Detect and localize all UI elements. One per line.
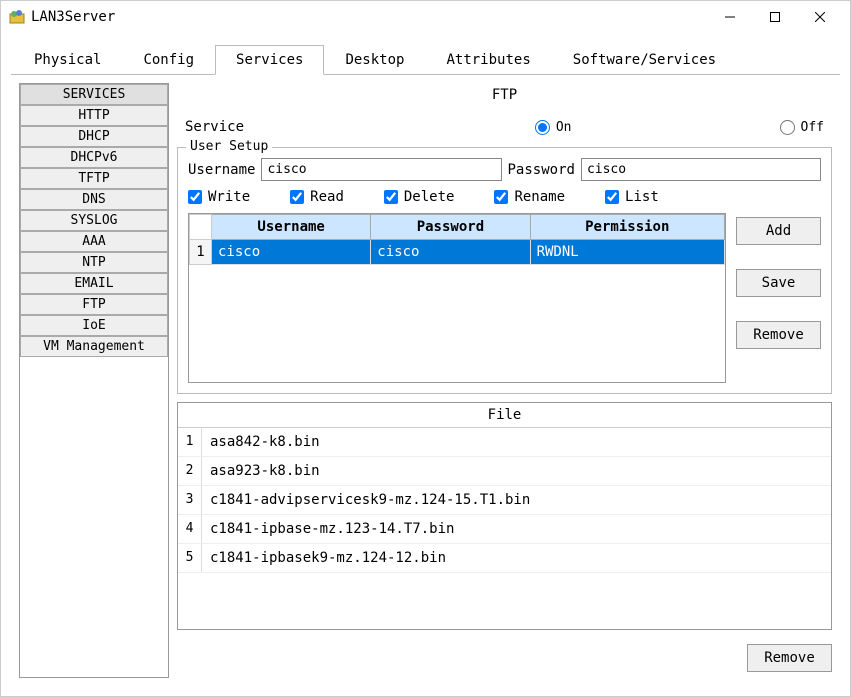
remove-user-button[interactable]: Remove xyxy=(736,321,821,349)
perm-rename-checkbox[interactable]: Rename xyxy=(494,189,565,205)
titlebar: LAN3Server xyxy=(1,1,850,33)
file-row[interactable]: 2asa923-k8.bin xyxy=(178,457,831,486)
radio-off-input[interactable] xyxy=(780,120,795,135)
add-button[interactable]: Add xyxy=(736,217,821,245)
username-label: Username xyxy=(188,162,255,178)
col-permission[interactable]: Permission xyxy=(530,215,724,240)
file-list[interactable]: File 1asa842-k8.bin 2asa923-k8.bin 3c184… xyxy=(177,402,832,630)
maximize-button[interactable] xyxy=(752,2,797,32)
tab-software-services[interactable]: Software/Services xyxy=(552,45,737,75)
sidebar-header: SERVICES xyxy=(20,84,168,105)
file-row[interactable]: 5c1841-ipbasek9-mz.124-12.bin xyxy=(178,544,831,573)
table-corner xyxy=(190,215,212,240)
remove-file-button[interactable]: Remove xyxy=(747,644,832,672)
window-title: LAN3Server xyxy=(31,9,707,25)
service-label: Service xyxy=(185,119,244,135)
table-row[interactable]: 1 cisco cisco RWDNL xyxy=(190,240,725,265)
col-password[interactable]: Password xyxy=(371,215,530,240)
password-label: Password xyxy=(508,162,575,178)
tab-config[interactable]: Config xyxy=(122,45,215,75)
sidebar-item-vm-management[interactable]: VM Management xyxy=(20,336,168,357)
main-panel: FTP Service On Off User Setup xyxy=(177,83,832,678)
tab-services[interactable]: Services xyxy=(215,45,324,75)
perm-list-checkbox[interactable]: List xyxy=(605,189,659,205)
tab-desktop[interactable]: Desktop xyxy=(324,45,425,75)
file-row[interactable]: 4c1841-ipbase-mz.123-14.T7.bin xyxy=(178,515,831,544)
sidebar-item-ioe[interactable]: IoE xyxy=(20,315,168,336)
close-button[interactable] xyxy=(797,2,842,32)
sidebar-item-ntp[interactable]: NTP xyxy=(20,252,168,273)
sidebar-item-dhcpv6[interactable]: DHCPv6 xyxy=(20,147,168,168)
app-window: LAN3Server Physical Config Services Desk… xyxy=(0,0,851,697)
sidebar-item-syslog[interactable]: SYSLOG xyxy=(20,210,168,231)
sidebar-item-ftp[interactable]: FTP xyxy=(20,294,168,315)
perm-delete-checkbox[interactable]: Delete xyxy=(384,189,455,205)
sidebar-item-aaa[interactable]: AAA xyxy=(20,231,168,252)
username-input[interactable] xyxy=(261,158,501,181)
service-on-radio[interactable]: On xyxy=(535,120,572,135)
user-setup-fieldset: User Setup Username Password Write Read … xyxy=(177,147,832,394)
file-row[interactable]: 3c1841-advipservicesk9-mz.124-15.T1.bin xyxy=(178,486,831,515)
sidebar-item-tftp[interactable]: TFTP xyxy=(20,168,168,189)
tab-bar: Physical Config Services Desktop Attribu… xyxy=(1,45,850,75)
panel-title: FTP xyxy=(177,83,832,107)
app-icon xyxy=(9,9,25,25)
sidebar-item-email[interactable]: EMAIL xyxy=(20,273,168,294)
user-setup-legend: User Setup xyxy=(186,139,272,154)
perm-read-checkbox[interactable]: Read xyxy=(290,189,344,205)
save-button[interactable]: Save xyxy=(736,269,821,297)
sidebar-item-http[interactable]: HTTP xyxy=(20,105,168,126)
users-table[interactable]: Username Password Permission 1 cisco cis… xyxy=(188,213,726,383)
sidebar-item-dns[interactable]: DNS xyxy=(20,189,168,210)
minimize-button[interactable] xyxy=(707,2,752,32)
col-username[interactable]: Username xyxy=(212,215,371,240)
tab-attributes[interactable]: Attributes xyxy=(425,45,551,75)
service-toggle-row: Service On Off xyxy=(177,115,832,139)
perm-write-checkbox[interactable]: Write xyxy=(188,189,250,205)
sidebar-item-dhcp[interactable]: DHCP xyxy=(20,126,168,147)
file-header: File xyxy=(178,403,831,428)
password-input[interactable] xyxy=(581,158,821,181)
services-sidebar[interactable]: SERVICES HTTP DHCP DHCPv6 TFTP DNS SYSLO… xyxy=(19,83,169,678)
tab-physical[interactable]: Physical xyxy=(13,45,122,75)
file-row[interactable]: 1asa842-k8.bin xyxy=(178,428,831,457)
radio-on-input[interactable] xyxy=(535,120,550,135)
service-off-radio[interactable]: Off xyxy=(780,120,824,135)
content-area: SERVICES HTTP DHCP DHCPv6 TFTP DNS SYSLO… xyxy=(11,74,840,686)
